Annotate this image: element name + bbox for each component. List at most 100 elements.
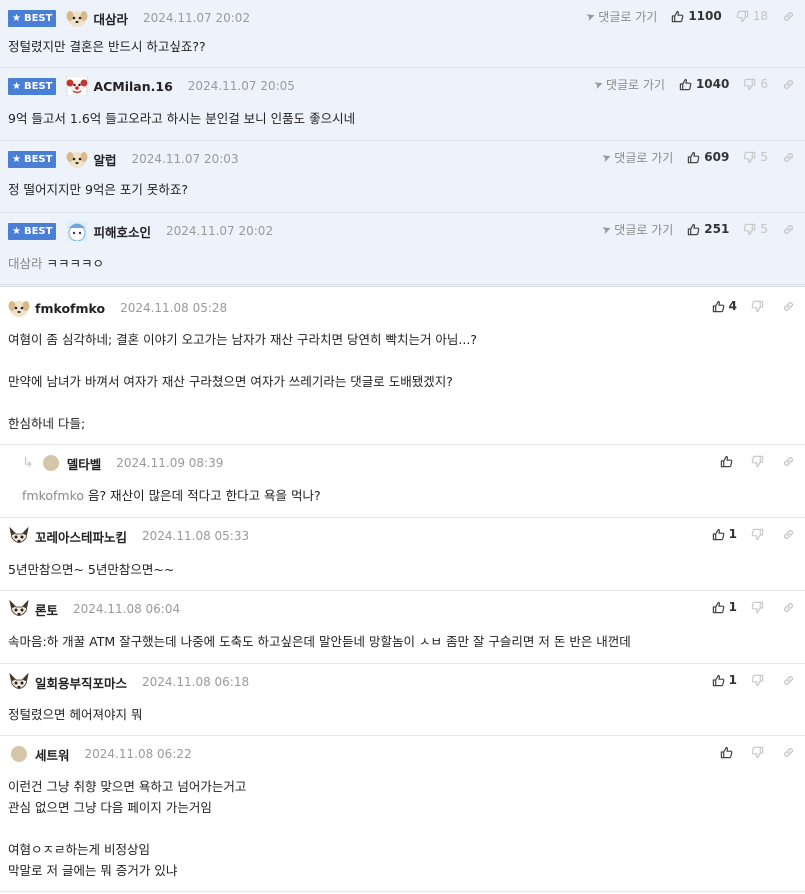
downvote-button[interactable]: 5 (743, 222, 768, 236)
thumbs-down-icon (751, 601, 768, 614)
nickname[interactable]: 피해호소인 (93, 222, 151, 241)
mention[interactable]: 대삼라 (8, 256, 43, 271)
dog-avatar[interactable] (66, 149, 88, 169)
link-icon[interactable] (782, 528, 795, 541)
comment-text: 만약에 남녀가 바껴서 여자가 재산 구라쳤으면 여자가 쓰레기라는 댓글로 도… (8, 374, 453, 389)
comment-body: fmkofmko 음? 재산이 많은데 적다고 한다고 욕을 먹나? (22, 485, 321, 506)
upvote-button[interactable]: 1 (712, 600, 737, 614)
reply-comment: ↳ 델타벨 2024.11.09 08:39 fmkofmko 음? 재산이 많은데 적… (0, 445, 805, 518)
clown-avatar[interactable] (66, 75, 88, 97)
comment-body: 정털렸지만 결혼은 반드시 하고싶죠?? (8, 36, 206, 57)
comment-header: 일회용부직포마스 2024.11.08 06:18 (8, 671, 249, 693)
downvote-button[interactable] (751, 674, 768, 687)
link-icon[interactable] (782, 10, 795, 23)
best-comment: ★ BEST 피해호소인 2024.11.07 20:02 ➤ 댓글로 가기 251 5 대삼라… (0, 213, 805, 287)
comment-header: 세트워 2024.11.08 06:22 (8, 743, 192, 765)
thumbs-down-icon (751, 674, 768, 687)
timestamp: 2024.11.09 08:39 (116, 456, 224, 470)
nickname[interactable]: 세트워 (35, 745, 70, 764)
nickname[interactable]: 일회용부직포마스 (35, 673, 127, 692)
upvote-button[interactable]: 1 (712, 673, 737, 687)
nickname[interactable]: 델타벨 (67, 454, 102, 473)
thumbs-up-icon (687, 223, 704, 236)
nickname[interactable]: ACMilan.16 (93, 79, 172, 94)
thumbs-down-icon (736, 10, 753, 23)
downvote-button[interactable] (751, 455, 768, 468)
link-icon[interactable] (782, 151, 795, 164)
timestamp: 2024.11.07 20:03 (131, 152, 239, 166)
upvote-button[interactable]: 251 (687, 222, 729, 236)
goto-reply-label: 댓글로 가기 (614, 222, 674, 237)
comment-body: 정털렸으면 헤어져야지 뭐 (8, 704, 142, 725)
timestamp: 2024.11.08 06:18 (142, 675, 250, 689)
dog-avatar[interactable] (8, 298, 30, 318)
downvote-button[interactable] (751, 601, 768, 614)
goto-reply-link[interactable]: ➤ 댓글로 가기 (600, 149, 673, 166)
thumbs-down-icon (751, 528, 768, 541)
comment-line: 한심하네 다들; (8, 413, 477, 434)
comment-text: 정털렸으면 헤어져야지 뭐 (8, 707, 143, 722)
mention[interactable]: fmkofmko (22, 488, 84, 503)
fox-avatar[interactable] (8, 526, 30, 546)
link-icon[interactable] (782, 300, 795, 313)
upvote-button[interactable]: 1100 (671, 9, 722, 23)
plain-avatar[interactable] (8, 744, 30, 764)
nickname[interactable]: 대삼라 (93, 9, 128, 28)
comment-actions (720, 742, 795, 762)
comment-actions: 4 (712, 296, 795, 316)
link-icon[interactable] (782, 746, 795, 759)
best-label: BEST (23, 153, 53, 165)
nickname[interactable]: 론토 (35, 600, 58, 619)
upvote-button[interactable] (720, 746, 737, 759)
nickname[interactable]: fmkofmko (35, 301, 105, 316)
upvote-button[interactable]: 1 (712, 527, 737, 541)
nickname[interactable]: 꼬레아스테파노킴 (35, 527, 127, 546)
downvote-button[interactable] (751, 528, 768, 541)
upvote-button[interactable]: 609 (687, 150, 729, 164)
goto-reply-link[interactable]: ➤ 댓글로 가기 (592, 76, 665, 93)
comment-text: 한심하네 다들; (8, 416, 86, 431)
send-icon: ➤ (584, 8, 598, 24)
downvote-button[interactable] (751, 746, 768, 759)
downvote-button[interactable] (751, 300, 768, 313)
downvote-button[interactable]: 5 (743, 150, 768, 164)
link-icon[interactable] (782, 78, 795, 91)
comment: 꼬레아스테파노킴 2024.11.08 05:33 1 5년만참으면~ 5년만참으면~… (0, 518, 805, 591)
thumbs-up-icon (712, 300, 729, 313)
plain-avatar[interactable] (40, 453, 62, 473)
comment-line: fmkofmko 음? 재산이 많은데 적다고 한다고 욕을 먹나? (22, 485, 321, 506)
send-icon: ➤ (600, 221, 614, 237)
link-icon[interactable] (782, 674, 795, 687)
comment-text: 5년만참으면~ 5년만참으면~~ (8, 562, 175, 577)
comment-body: 9억 들고서 1.6억 들고오라고 하시는 분인걸 보니 인품도 좋으시네 (8, 108, 355, 129)
upvote-button[interactable]: 4 (712, 299, 737, 313)
goto-reply-link[interactable]: ➤ 댓글로 가기 (584, 8, 657, 25)
downvote-button[interactable]: 6 (743, 77, 768, 91)
upvote-button[interactable] (720, 455, 737, 468)
thumbs-down-icon (751, 300, 768, 313)
comment-body: 이런건 그냥 취향 맞으면 욕하고 넘어가는거고 관심 없으면 그냥 다음 페이지… (8, 776, 246, 881)
nickname[interactable]: 알럽 (93, 150, 116, 169)
downvote-button[interactable]: 18 (736, 9, 768, 23)
upvote-count: 1 (728, 600, 737, 614)
goto-reply-label: 댓글로 가기 (605, 77, 665, 92)
star-icon: ★ (12, 225, 21, 237)
goto-reply-link[interactable]: ➤ 댓글로 가기 (600, 221, 674, 238)
comment-actions: ➤ 댓글로 가기 1040 6 (592, 74, 795, 94)
link-icon[interactable] (782, 455, 795, 468)
upvote-button[interactable]: 1040 (679, 77, 729, 91)
upvote-count: 1100 (688, 9, 722, 23)
link-icon[interactable] (782, 601, 795, 614)
fox-avatar[interactable] (8, 672, 30, 692)
blue-character-avatar[interactable] (66, 221, 88, 242)
comment-line: 정털렸으면 헤어져야지 뭐 (8, 704, 142, 725)
thumbs-up-icon (720, 746, 737, 759)
best-comment: ★ BEST ACMilan.16 2024.11.07 20:05 ➤ 댓글로 가기 10… (0, 68, 805, 141)
comment-body: 5년만참으면~ 5년만참으면~~ (8, 559, 174, 580)
fox-avatar[interactable] (8, 599, 30, 619)
comment-header: fmkofmko 2024.11.08 05:28 (8, 297, 227, 319)
link-icon[interactable] (782, 223, 795, 236)
comment-text: 정털렸지만 결혼은 반드시 하고싶죠?? (8, 39, 206, 54)
dog-avatar[interactable] (66, 8, 88, 28)
